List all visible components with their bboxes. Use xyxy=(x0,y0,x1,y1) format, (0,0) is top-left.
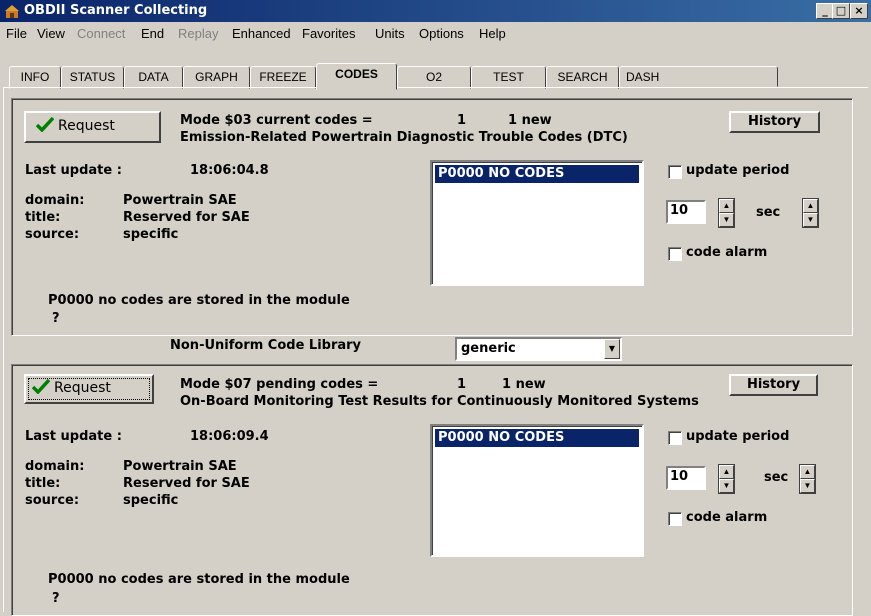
last-update-value: 18:06:09.4 xyxy=(190,429,269,444)
spin-up-icon[interactable]: ▲ xyxy=(719,199,734,213)
new-count: 1 new xyxy=(508,113,552,128)
request-label: Request xyxy=(54,380,111,396)
list-item[interactable]: P0000 NO CODES xyxy=(435,165,639,183)
codes-list-pending[interactable]: P0000 NO CODES xyxy=(430,424,644,557)
period-spinner[interactable]: ▲ ▼ xyxy=(718,464,735,494)
title-value: Reserved for SAE xyxy=(123,210,250,225)
code-count: 1 xyxy=(457,113,467,128)
chevron-down-icon[interactable]: ▼ xyxy=(604,339,620,359)
update-period-checkbox[interactable] xyxy=(668,165,682,179)
tab-status[interactable]: STATUS xyxy=(61,66,124,89)
code-alarm-label: code alarm xyxy=(686,510,768,525)
tab-test[interactable]: TEST xyxy=(471,66,546,89)
spin-down-icon[interactable]: ▼ xyxy=(803,213,818,227)
update-period-checkbox[interactable] xyxy=(668,431,682,445)
domain-value: Powertrain SAE xyxy=(123,459,237,474)
history-button-current[interactable]: History xyxy=(729,111,820,133)
title-value: Reserved for SAE xyxy=(123,476,250,491)
window-title: OBDII Scanner Collecting xyxy=(24,3,208,18)
tab-info[interactable]: INFO xyxy=(9,66,61,89)
library-label: Non-Uniform Code Library xyxy=(170,338,362,353)
period-unit: sec xyxy=(764,470,789,485)
tab-search[interactable]: SEARCH xyxy=(546,66,619,89)
code-alarm-checkbox[interactable] xyxy=(668,247,682,261)
request-button-current[interactable]: Request xyxy=(24,111,161,143)
update-period-label: update period xyxy=(686,163,790,178)
menu-bar: File View Connect End Replay Enhanced Fa… xyxy=(0,23,871,43)
menu-replay[interactable]: Replay xyxy=(178,26,218,41)
tab-data[interactable]: DATA xyxy=(124,66,183,89)
spin-up-icon[interactable]: ▲ xyxy=(719,465,734,479)
library-value: generic xyxy=(461,341,516,356)
update-period-label: update period xyxy=(686,429,790,444)
domain-value: Powertrain SAE xyxy=(123,193,237,208)
code-alarm-checkbox[interactable] xyxy=(668,512,682,526)
title-label: title: xyxy=(25,476,61,491)
title-label: title: xyxy=(25,210,61,225)
spin-up-icon[interactable]: ▲ xyxy=(800,465,815,479)
source-value: specific xyxy=(123,493,179,508)
library-select[interactable]: generic ▼ xyxy=(455,337,622,361)
last-update-label: Last update : xyxy=(25,429,122,444)
last-update-label: Last update : xyxy=(25,163,122,178)
mode-line: Mode $07 pending codes = xyxy=(180,377,379,392)
spin-up-icon[interactable]: ▲ xyxy=(803,199,818,213)
close-button[interactable]: × xyxy=(850,3,868,19)
menu-units[interactable]: Units xyxy=(375,26,405,41)
mode-line: Mode $03 current codes = xyxy=(180,113,373,128)
status-message-2: ? xyxy=(52,311,60,326)
last-update-value: 18:06:04.8 xyxy=(190,163,269,178)
codes-list-current[interactable]: P0000 NO CODES xyxy=(430,160,644,286)
source-value: specific xyxy=(123,227,179,242)
history-button-pending[interactable]: History xyxy=(729,374,818,396)
menu-end[interactable]: End xyxy=(141,26,164,41)
maximize-button[interactable]: □ xyxy=(832,3,850,19)
app-icon xyxy=(5,5,19,18)
status-message: P0000 no codes are stored in the module xyxy=(48,293,350,308)
new-count: 1 new xyxy=(502,377,546,392)
domain-label: domain: xyxy=(25,459,85,474)
checkmark-icon xyxy=(32,378,50,394)
domain-label: domain: xyxy=(25,193,85,208)
tab-freeze[interactable]: FREEZE xyxy=(250,66,316,89)
period-unit: sec xyxy=(756,205,781,220)
code-count: 1 xyxy=(457,377,467,392)
tab-codes[interactable]: CODES xyxy=(316,63,397,90)
mode-description: On-Board Monitoring Test Results for Con… xyxy=(180,394,699,409)
menu-file[interactable]: File xyxy=(6,26,27,41)
request-label: Request xyxy=(58,118,115,134)
spin-down-icon[interactable]: ▼ xyxy=(719,213,734,227)
status-message-2: ? xyxy=(52,591,60,606)
period-spinner[interactable]: ▲ ▼ xyxy=(718,198,735,228)
spin-down-icon[interactable]: ▼ xyxy=(719,479,734,493)
list-item[interactable]: P0000 NO CODES xyxy=(435,429,639,447)
menu-favorites[interactable]: Favorites xyxy=(302,26,355,41)
mode-description: Emission-Related Powertrain Diagnostic T… xyxy=(180,130,628,145)
spin-down-icon[interactable]: ▼ xyxy=(800,479,815,493)
title-bar[interactable]: OBDII Scanner Collecting _ □ × xyxy=(0,0,871,22)
period-value-field[interactable]: 10 xyxy=(666,466,706,490)
unit-spinner[interactable]: ▲ ▼ xyxy=(802,198,819,228)
period-value-field[interactable]: 10 xyxy=(666,200,706,224)
menu-view[interactable]: View xyxy=(37,26,65,41)
menu-help[interactable]: Help xyxy=(479,26,506,41)
menu-options[interactable]: Options xyxy=(419,26,464,41)
source-label: source: xyxy=(25,227,80,242)
code-alarm-label: code alarm xyxy=(686,245,768,260)
source-label: source: xyxy=(25,493,80,508)
unit-spinner[interactable]: ▲ ▼ xyxy=(799,464,816,494)
tab-dash[interactable]: DASH xyxy=(619,66,778,87)
checkmark-icon xyxy=(36,116,54,132)
menu-enhanced[interactable]: Enhanced xyxy=(232,26,291,41)
status-message: P0000 no codes are stored in the module xyxy=(48,572,350,587)
tab-o2[interactable]: O2 xyxy=(397,66,471,89)
request-button-pending[interactable]: Request xyxy=(24,374,154,404)
menu-connect[interactable]: Connect xyxy=(77,26,125,41)
tab-graph[interactable]: GRAPH xyxy=(183,66,250,89)
